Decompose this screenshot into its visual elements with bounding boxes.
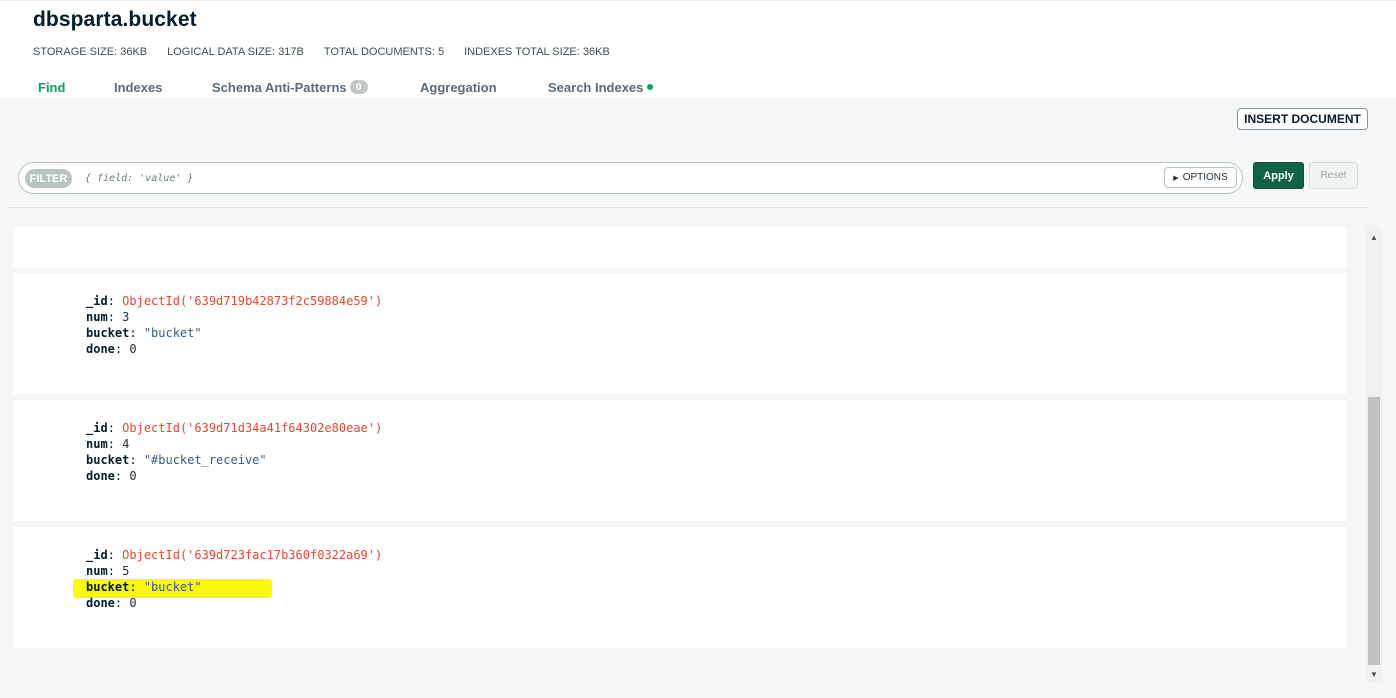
field-key: bucket: [86, 580, 130, 594]
anti-patterns-count-badge: 0: [349, 80, 368, 94]
field-key: num: [86, 437, 108, 451]
field-key: _id: [86, 548, 108, 562]
field-key: done: [86, 596, 115, 610]
document-field: num: 3: [86, 310, 130, 324]
caret-right-icon: ▶: [1173, 174, 1179, 182]
document-card[interactable]: _id: ObjectId('639d719b42873f2c59884e59'…: [13, 273, 1346, 394]
field-value: "bucket": [143, 580, 202, 594]
field-value: ObjectId('639d719b42873f2c59884e59'): [122, 294, 383, 308]
filter-input[interactable]: [85, 168, 1155, 189]
document-field: bucket: "bucket": [86, 326, 202, 340]
field-value: "bucket": [143, 326, 202, 340]
filter-label: FILTER: [25, 169, 72, 188]
tab-find-label: Find: [38, 79, 66, 95]
field-key: bucket: [86, 453, 130, 467]
tab-search-indexes[interactable]: Search Indexes: [548, 79, 654, 95]
logical-data-size-stat: LOGICAL DATA SIZE: 317B: [167, 46, 304, 58]
document-field: done: 0: [86, 469, 137, 483]
collection-header: dbsparta.bucket STORAGE SIZE: 36KB LOGIC…: [0, 0, 1396, 98]
tab-aggregation[interactable]: Aggregation: [420, 80, 548, 95]
field-key: bucket: [86, 326, 130, 340]
documents-scrollbar[interactable]: ▲ ▼: [1366, 227, 1382, 682]
document-card-partial[interactable]: [13, 227, 1346, 268]
document-field: done: 0: [86, 596, 137, 610]
field-value: 0: [129, 596, 137, 610]
field-value: 5: [122, 564, 130, 578]
tab-indexes[interactable]: Indexes: [114, 80, 212, 95]
tab-schema-anti-patterns-label: Schema Anti-Patterns: [212, 79, 347, 95]
tab-indexes-label: Indexes: [114, 79, 163, 95]
tab-search-indexes-label: Search Indexes: [548, 79, 644, 95]
collection-tabs: Find Indexes Schema Anti-Patterns 0 Aggr…: [38, 77, 654, 97]
field-key: num: [86, 564, 108, 578]
document-field: _id: ObjectId('639d719b42873f2c59884e59'…: [86, 294, 383, 308]
header-top-border: [0, 0, 1396, 1]
options-button[interactable]: ▶ OPTIONS: [1164, 167, 1237, 188]
field-value: 0: [129, 342, 137, 356]
field-value: ObjectId('639d71d34a41f64302e80eae'): [122, 421, 383, 435]
field-key: _id: [86, 421, 108, 435]
document-field: num: 4: [86, 437, 130, 451]
document-card[interactable]: _id: ObjectId('639d723fac17b360f0322a69'…: [13, 527, 1346, 648]
document-fields: _id: ObjectId('639d719b42873f2c59884e59'…: [86, 293, 382, 357]
field-key: _id: [86, 294, 108, 308]
insert-document-button[interactable]: INSERT DOCUMENT: [1237, 108, 1368, 130]
field-key: done: [86, 469, 115, 483]
document-field: num: 5: [86, 564, 130, 578]
field-value: 4: [122, 437, 130, 451]
document-fields: _id: ObjectId('639d71d34a41f64302e80eae'…: [86, 420, 382, 484]
field-key: done: [86, 342, 115, 356]
tab-find[interactable]: Find: [38, 80, 114, 95]
document-field-highlighted: bucket: "bucket": [86, 580, 202, 594]
apply-button[interactable]: Apply: [1253, 162, 1304, 189]
document-card[interactable]: _id: ObjectId('639d71d34a41f64302e80eae'…: [13, 400, 1346, 521]
document-field: done: 0: [86, 342, 137, 356]
search-indexes-status-dot: [647, 84, 654, 90]
total-documents-stat: TOTAL DOCUMENTS: 5: [323, 46, 445, 58]
field-value: "#bucket_receive": [143, 453, 267, 467]
scroll-up-arrow-icon[interactable]: ▲: [1366, 229, 1382, 245]
reset-button[interactable]: Reset: [1309, 162, 1358, 189]
document-field: _id: ObjectId('639d723fac17b360f0322a69'…: [86, 548, 383, 562]
document-field: bucket: "#bucket_receive": [86, 453, 267, 467]
collection-stats: STORAGE SIZE: 36KB LOGICAL DATA SIZE: 31…: [33, 46, 610, 60]
toolbar-divider: [8, 207, 1368, 208]
document-fields: _id: ObjectId('639d723fac17b360f0322a69'…: [86, 547, 382, 611]
scroll-down-arrow-icon[interactable]: ▼: [1366, 666, 1382, 682]
field-value: 0: [129, 469, 137, 483]
filter-bar: FILTER ▶ OPTIONS: [18, 162, 1243, 194]
options-button-label: OPTIONS: [1182, 172, 1228, 183]
field-value: 3: [122, 310, 130, 324]
indexes-total-size-stat: INDEXES TOTAL SIZE: 36KB: [464, 46, 610, 58]
field-key: num: [86, 310, 108, 324]
field-value: ObjectId('639d723fac17b360f0322a69'): [122, 548, 383, 562]
tab-aggregation-label: Aggregation: [420, 79, 497, 95]
scrollbar-thumb[interactable]: [1368, 397, 1380, 665]
collection-title: dbsparta.bucket: [33, 8, 197, 31]
document-field: _id: ObjectId('639d71d34a41f64302e80eae'…: [86, 421, 383, 435]
storage-size-stat: STORAGE SIZE: 36KB: [33, 46, 148, 58]
tab-schema-anti-patterns[interactable]: Schema Anti-Patterns 0: [212, 80, 420, 95]
